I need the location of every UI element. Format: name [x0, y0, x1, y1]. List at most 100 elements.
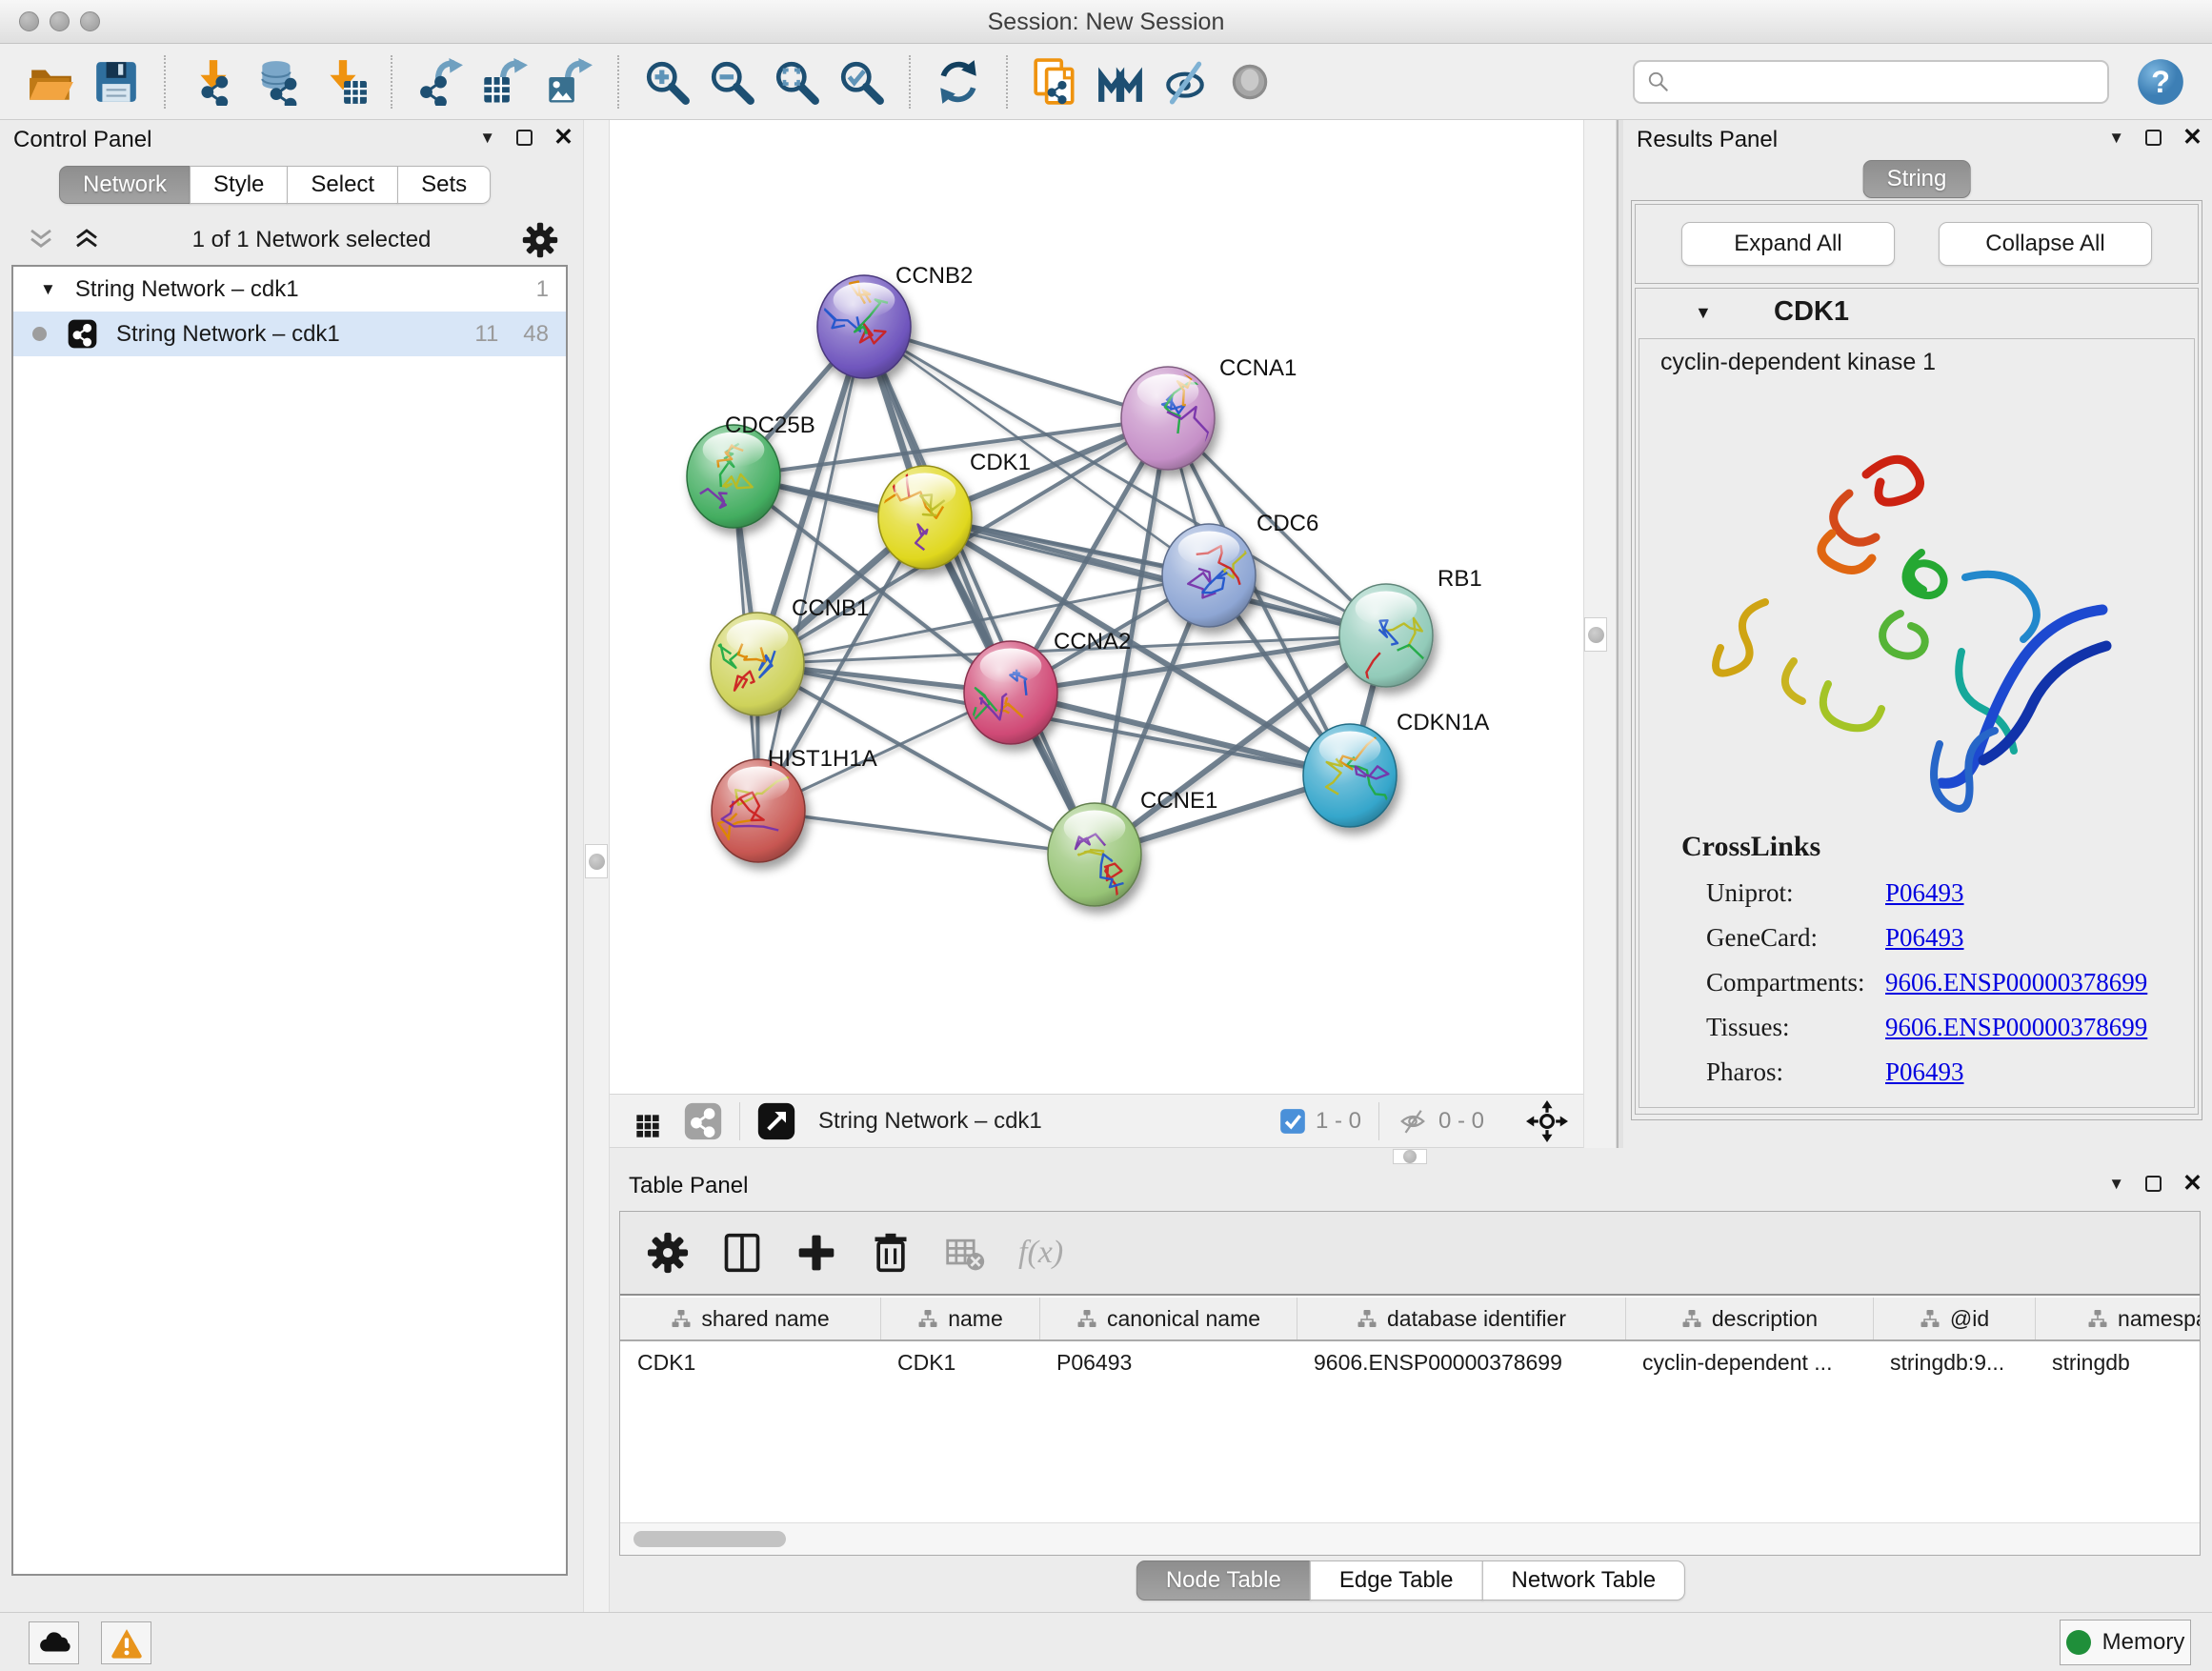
node-CDKN1A[interactable] — [1303, 724, 1397, 827]
zoom-in-button[interactable] — [639, 54, 694, 110]
import-network-file-button[interactable] — [186, 54, 241, 110]
expand-all-button[interactable]: Expand All — [1681, 222, 1895, 266]
search-box[interactable] — [1633, 60, 2109, 104]
collapse-panel-icon[interactable]: ▼ — [479, 129, 495, 148]
import-network-database-button[interactable] — [251, 54, 306, 110]
float-panel-icon[interactable] — [516, 130, 533, 146]
column-header-description[interactable]: description — [1625, 1298, 1873, 1339]
left-splitter-grip[interactable] — [585, 844, 608, 878]
cloud-button[interactable] — [29, 1621, 79, 1664]
close-panel-icon[interactable]: ✕ — [2182, 126, 2202, 150]
tree-expand-icon[interactable]: ▼ — [40, 280, 56, 299]
node-CCNA2[interactable] — [964, 641, 1057, 744]
crosslink-value-link[interactable]: 9606.ENSP00000378699 — [1885, 1013, 2147, 1042]
gene-entry-header[interactable]: ▼ CDK1 — [1636, 289, 2198, 338]
collapse-all-button[interactable]: Collapse All — [1939, 222, 2152, 266]
graphics-details-button[interactable] — [1222, 54, 1277, 110]
crosslink-row: Tissues:9606.ENSP00000378699 — [1681, 1013, 2147, 1042]
export-network-button[interactable] — [412, 54, 468, 110]
tab-sets[interactable]: Sets — [397, 166, 491, 204]
fit-selected-crosshair-icon[interactable] — [1526, 1100, 1568, 1142]
open-session-button[interactable] — [24, 54, 79, 110]
collapse-panel-icon[interactable]: ▼ — [2108, 1175, 2124, 1194]
close-panel-icon[interactable]: ✕ — [553, 126, 573, 150]
help-icon[interactable]: ? — [2136, 57, 2185, 107]
export-table-button[interactable] — [477, 54, 533, 110]
title-bar: Session: New Session — [0, 0, 2212, 44]
clone-network-button[interactable] — [1028, 54, 1083, 110]
column-header-@id[interactable]: @id — [1873, 1298, 2035, 1339]
warnings-button[interactable] — [101, 1621, 151, 1664]
node-label-CCNB2: CCNB2 — [895, 263, 973, 289]
tab-edge-table[interactable]: Edge Table — [1310, 1560, 1483, 1601]
close-panel-icon[interactable]: ✕ — [2182, 1172, 2202, 1196]
fx-function-icon[interactable]: f(x) — [1018, 1235, 1063, 1271]
network-canvas[interactable]: CCNB2CCNA1CDC25BCDK1CDC6RB1CCNB1CCNA2CDK… — [610, 120, 1583, 1094]
selected-checkbox-icon[interactable] — [1279, 1108, 1306, 1135]
tab-string[interactable]: String — [1863, 160, 1971, 198]
save-session-button[interactable] — [89, 54, 144, 110]
node-CDC25B[interactable] — [687, 425, 780, 528]
tab-network[interactable]: Network — [59, 166, 191, 204]
import-table-file-button[interactable] — [315, 54, 371, 110]
zoom-fit-button[interactable] — [769, 54, 824, 110]
table-cell: 9606.ENSP00000378699 — [1297, 1341, 1625, 1385]
export-image-button[interactable] — [542, 54, 597, 110]
first-neighbors-button[interactable] — [1093, 54, 1148, 110]
window-close-button[interactable] — [19, 11, 39, 31]
node-CCNB1[interactable] — [711, 613, 804, 715]
column-header-canonical-name[interactable]: canonical name — [1039, 1298, 1297, 1339]
column-header-database-identifier[interactable]: database identifier — [1297, 1298, 1625, 1339]
node-CCNE1[interactable] — [1048, 803, 1141, 906]
collapse-panel-icon[interactable]: ▼ — [2108, 129, 2124, 148]
detach-view-icon[interactable] — [757, 1102, 795, 1140]
crosslink-value-link[interactable]: P06493 — [1885, 878, 1964, 908]
tab-node-table[interactable]: Node Table — [1136, 1560, 1311, 1601]
node-CDK1[interactable] — [878, 466, 972, 569]
collapse-all-icon[interactable] — [27, 226, 55, 254]
table-add-icon[interactable] — [795, 1232, 837, 1274]
network-collection-row[interactable]: ▼ String Network – cdk1 1 — [13, 267, 566, 312]
network-options-gear-icon[interactable] — [522, 222, 558, 258]
cloud-icon — [38, 1627, 70, 1660]
tab-style[interactable]: Style — [190, 166, 288, 204]
column-header-namespace[interactable]: namespace — [2035, 1298, 2201, 1339]
zoom-selected-button[interactable] — [834, 54, 889, 110]
column-header-shared-name[interactable]: shared name — [620, 1298, 880, 1339]
column-header-name[interactable]: name — [880, 1298, 1039, 1339]
memory-button[interactable]: Memory — [2060, 1620, 2191, 1665]
window-zoom-button[interactable] — [80, 11, 100, 31]
hidden-eye-icon — [1397, 1107, 1429, 1136]
hide-selected-button[interactable] — [1157, 54, 1213, 110]
table-row-delete-icon[interactable] — [944, 1232, 986, 1274]
table-trash-icon[interactable] — [870, 1232, 912, 1274]
search-input[interactable] — [1680, 69, 2096, 95]
right-splitter-grip[interactable] — [1584, 617, 1607, 652]
table-panel-title: Table Panel — [629, 1173, 748, 1199]
birds-eye-view-icon[interactable] — [629, 1102, 667, 1140]
tab-select[interactable]: Select — [287, 166, 398, 204]
refresh-button[interactable] — [931, 54, 986, 110]
network-view-icon[interactable] — [684, 1102, 722, 1140]
crosslink-value-link[interactable]: P06493 — [1885, 923, 1964, 953]
crosslink-value-link[interactable]: P06493 — [1885, 1057, 1964, 1087]
tab-network-table[interactable]: Network Table — [1482, 1560, 1686, 1601]
node-CCNB2[interactable] — [817, 275, 911, 378]
float-panel-icon[interactable] — [2145, 1176, 2162, 1192]
float-panel-icon[interactable] — [2145, 130, 2162, 146]
window-minimize-button[interactable] — [50, 11, 70, 31]
scrollbar-thumb[interactable] — [633, 1531, 786, 1547]
table-row[interactable]: CDK1CDK1P064939606.ENSP00000378699cyclin… — [620, 1341, 2201, 1385]
expand-all-icon[interactable] — [72, 226, 101, 254]
tree-node-icon — [1681, 1308, 1702, 1329]
zoom-out-button[interactable] — [704, 54, 759, 110]
node-HIST1H1A[interactable] — [712, 759, 805, 862]
results-panel-header: Results Panel ▼ ✕ — [1623, 120, 2212, 160]
network-row[interactable]: String Network – cdk1 11 48 — [13, 312, 566, 356]
gene-collapse-icon[interactable]: ▼ — [1695, 303, 1712, 323]
crosslink-value-link[interactable]: 9606.ENSP00000378699 — [1885, 968, 2147, 997]
crosslink-label: Tissues: — [1706, 1013, 1885, 1042]
table-columns-icon[interactable] — [721, 1232, 763, 1274]
table-horizontal-scrollbar[interactable] — [620, 1522, 2200, 1555]
table-gear-icon[interactable] — [647, 1232, 689, 1274]
